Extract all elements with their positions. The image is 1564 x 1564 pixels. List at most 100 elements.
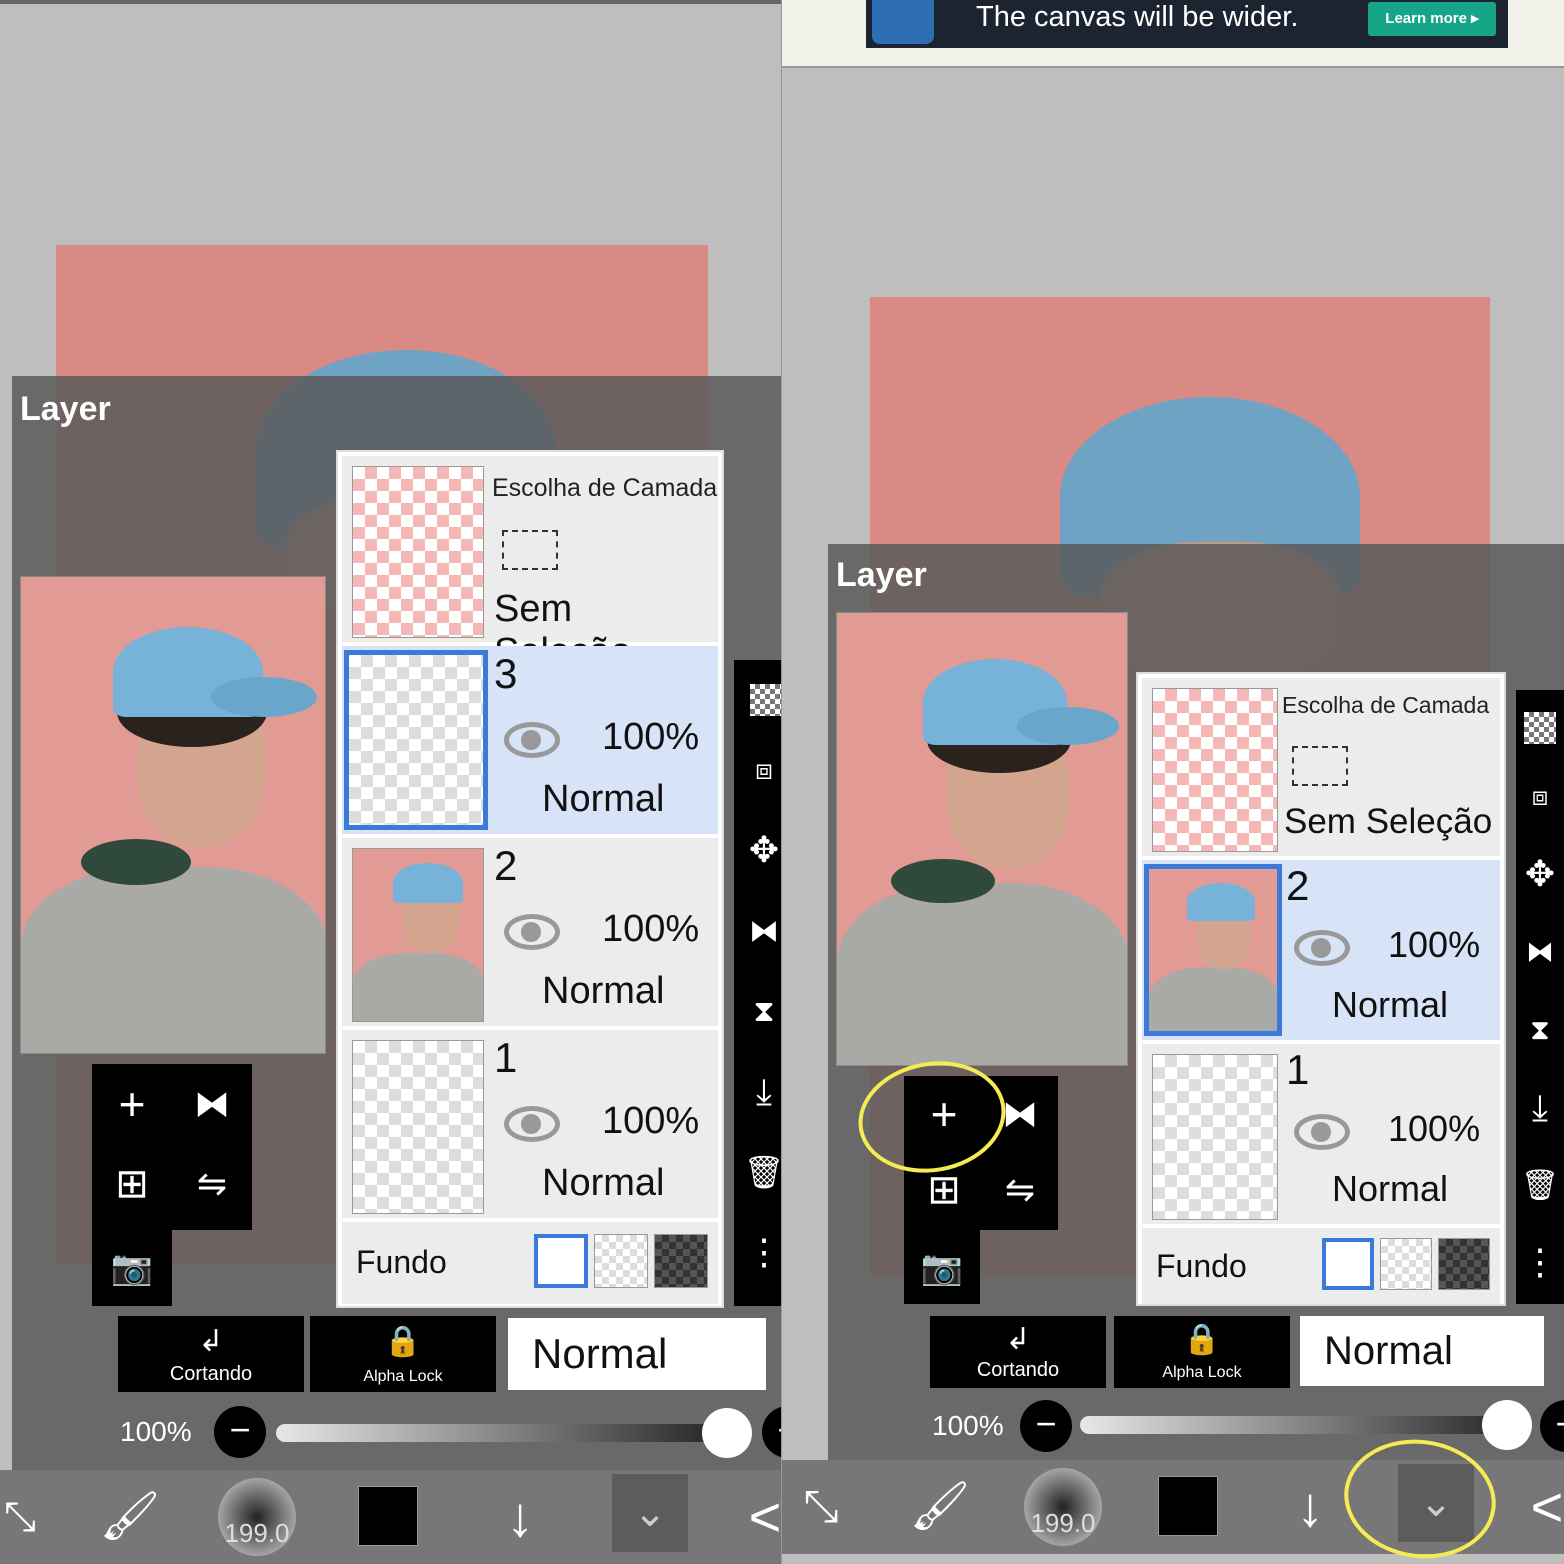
- download-icon[interactable]: ⤓: [734, 1062, 782, 1122]
- selection-marquee-icon: [502, 530, 558, 570]
- opacity-slider[interactable]: [276, 1424, 728, 1442]
- ad-banner-bar: The canvas will be wider. Learn more ▸: [782, 0, 1564, 68]
- blend-mode-select[interactable]: Normal: [508, 1318, 766, 1390]
- background-dark-swatch[interactable]: [654, 1234, 708, 1288]
- color-swatch[interactable]: [358, 1486, 418, 1546]
- alpha-lock-button[interactable]: 🔒 Alpha Lock: [1114, 1316, 1290, 1388]
- camera-icon[interactable]: 📷: [902, 1228, 982, 1308]
- merge-layer-button[interactable]: ⇋: [172, 1144, 252, 1224]
- layer-number: 2: [494, 842, 518, 889]
- add-layer-button[interactable]: +: [92, 1064, 172, 1144]
- merge-down-icon[interactable]: ⧗: [1516, 1000, 1564, 1060]
- opacity-minus-button[interactable]: −: [1020, 1400, 1072, 1452]
- move-icon[interactable]: ✥: [734, 820, 782, 880]
- visibility-eye-icon[interactable]: [504, 914, 560, 950]
- down-arrow-icon[interactable]: ↓: [1270, 1460, 1350, 1554]
- app-logo-icon: [872, 0, 934, 44]
- brush-size-indicator[interactable]: 199.0: [1024, 1468, 1102, 1546]
- visibility-eye-icon[interactable]: [1294, 1114, 1350, 1150]
- ad-banner[interactable]: The canvas will be wider. Learn more ▸: [866, 0, 1508, 48]
- layer-row[interactable]: 1 100% Normal: [1142, 1044, 1500, 1224]
- flip-layer-button[interactable]: ⧓: [172, 1064, 252, 1144]
- transparent-icon[interactable]: [1524, 712, 1556, 744]
- more-icon[interactable]: ⋮: [1516, 1232, 1564, 1292]
- flip-icon[interactable]: ⧓: [734, 902, 782, 962]
- selection-layer-thumbnail: [1152, 688, 1278, 852]
- opacity-slider[interactable]: [1080, 1416, 1524, 1434]
- select-layer-icon[interactable]: ⧈: [1516, 766, 1564, 826]
- opacity-plus-button[interactable]: +: [762, 1406, 782, 1458]
- opacity-plus-button[interactable]: +: [1540, 1400, 1564, 1452]
- merge-layer-button[interactable]: ⇋: [980, 1150, 1060, 1230]
- background-transparent-swatch[interactable]: [1380, 1238, 1432, 1290]
- selection-layer-title: Escolha de Camada: [492, 474, 718, 502]
- color-swatch[interactable]: [1158, 1476, 1218, 1536]
- opacity-value: 100%: [932, 1410, 1004, 1441]
- layer-opacity: 100%: [602, 908, 700, 950]
- trash-icon[interactable]: 🗑: [1516, 1156, 1564, 1216]
- opacity-slider-handle[interactable]: [1482, 1400, 1532, 1450]
- background-label: Fundo: [356, 1244, 447, 1280]
- layer-row[interactable]: 3 100% Normal: [342, 646, 718, 834]
- select-layer-icon[interactable]: ⧈: [734, 740, 782, 800]
- layer-panel: Layer + ⧓ ⊞ ⇋ 📷 Escolha de Camada Sem Se…: [828, 544, 1564, 1460]
- down-arrow-icon[interactable]: ↓: [480, 1470, 560, 1564]
- opacity-slider-handle[interactable]: [702, 1408, 752, 1458]
- alpha-lock-label: Alpha Lock: [363, 1368, 443, 1385]
- selection-layer-row[interactable]: Escolha de Camada Sem Seleção: [1142, 678, 1500, 856]
- layer-blend-mode: Normal: [1332, 984, 1449, 1025]
- layer-thumbnail-photo: [1144, 864, 1282, 1036]
- background-dark-swatch[interactable]: [1438, 1238, 1490, 1290]
- camera-icon[interactable]: 📷: [92, 1228, 172, 1308]
- layer-blend-mode: Normal: [542, 778, 665, 820]
- opacity-minus-button[interactable]: −: [214, 1406, 266, 1458]
- preview-collar: [891, 859, 995, 903]
- merge-down-icon[interactable]: ⧗: [734, 982, 782, 1042]
- transform-tool-icon[interactable]: ⤡: [786, 1460, 856, 1554]
- alpha-lock-label: Alpha Lock: [1162, 1364, 1242, 1381]
- layer-number: 3: [494, 650, 518, 697]
- layer-row[interactable]: 2 100% Normal: [1142, 860, 1500, 1040]
- flip-icon[interactable]: ⧓: [1516, 922, 1564, 982]
- layer-row[interactable]: 2 100% Normal: [342, 838, 718, 1026]
- visibility-eye-icon[interactable]: [504, 1106, 560, 1142]
- background-white-swatch[interactable]: [1322, 1238, 1374, 1290]
- layer-opacity: 100%: [1388, 1108, 1481, 1149]
- blend-mode-select[interactable]: Normal: [1300, 1316, 1544, 1386]
- back-arrow-icon[interactable]: <: [1530, 1460, 1564, 1554]
- selection-layer-row[interactable]: Escolha de Camada Sem Seleção: [342, 456, 718, 673]
- preview-brim: [211, 677, 317, 717]
- layer-thumbnail-photo: [352, 848, 484, 1022]
- clipping-button[interactable]: ↲ Cortando: [930, 1316, 1106, 1388]
- layer-opacity: 100%: [1388, 924, 1481, 965]
- move-icon[interactable]: ✥: [1516, 844, 1564, 904]
- visibility-eye-icon[interactable]: [504, 722, 560, 758]
- trash-icon[interactable]: 🗑: [734, 1142, 782, 1202]
- brush-size-indicator[interactable]: 199.0: [218, 1478, 296, 1556]
- learn-more-button[interactable]: Learn more ▸: [1368, 2, 1496, 36]
- thumb-cap: [393, 863, 463, 903]
- visibility-eye-icon[interactable]: [1294, 930, 1350, 966]
- bottom-toolbar: ⤡ 🖌 199.0 ↓ ⌄ <: [0, 1470, 782, 1564]
- brush-tool-icon[interactable]: 🖌: [900, 1460, 980, 1554]
- layer-preview: [836, 612, 1128, 1066]
- layer-number: 1: [494, 1034, 518, 1081]
- right-screenshot: The canvas will be wider. Learn more ▸ L…: [782, 0, 1564, 1564]
- back-arrow-icon[interactable]: <: [748, 1470, 782, 1564]
- add-copy-layer-button[interactable]: ⊞: [92, 1144, 172, 1224]
- clipping-button[interactable]: ↲ Cortando: [118, 1316, 304, 1392]
- top-border: [0, 0, 782, 4]
- preview-collar: [81, 839, 191, 885]
- download-icon[interactable]: ⤓: [1516, 1078, 1564, 1138]
- layer-blend-mode: Normal: [542, 970, 665, 1012]
- background-transparent-swatch[interactable]: [594, 1234, 648, 1288]
- layer-row[interactable]: 1 100% Normal: [342, 1030, 718, 1218]
- more-icon[interactable]: ⋮: [734, 1222, 782, 1282]
- brush-tool-icon[interactable]: 🖌: [90, 1470, 170, 1564]
- transparent-icon[interactable]: [750, 684, 782, 716]
- background-white-swatch[interactable]: [534, 1234, 588, 1288]
- clipping-label: Cortando: [976, 1359, 1060, 1381]
- alpha-lock-button[interactable]: 🔒 Alpha Lock: [310, 1316, 496, 1392]
- layers-button[interactable]: ⌄: [612, 1474, 688, 1552]
- transform-tool-icon[interactable]: ⤡: [0, 1470, 40, 1564]
